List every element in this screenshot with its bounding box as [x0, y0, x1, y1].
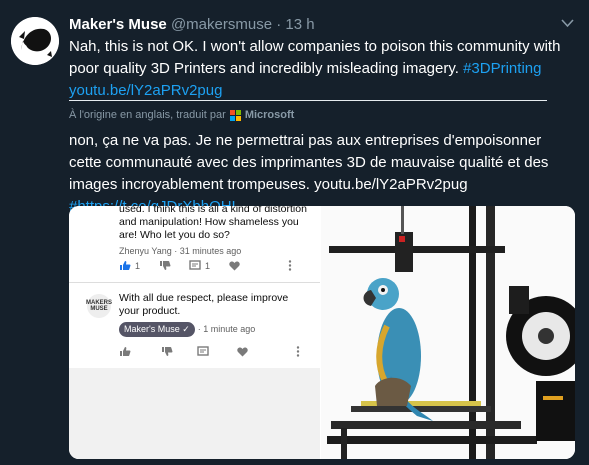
makers-muse-logo: MAKERS MUSE — [86, 294, 112, 318]
reply-icon — [189, 260, 201, 270]
comment-2-text: With all due respect, please improve you… — [119, 292, 289, 317]
translation-note: À l'origine en anglais, traduit par Micr… — [69, 109, 294, 121]
tweet-header: Maker's Muse @makersmuse · 13 h — [69, 16, 315, 33]
media-image[interactable]: used. I think this is all a kind of dist… — [69, 206, 575, 459]
microsoft-logo — [229, 109, 241, 121]
thumb-down-icon — [162, 347, 173, 356]
comment-2-author-chip: Maker's Muse ✓ — [119, 322, 195, 337]
translation-label: À l'origine en anglais, traduit par — [69, 109, 226, 121]
youtube-link[interactable]: youtu.be/lY2aPRv2pug — [69, 82, 222, 99]
comment-2-actions — [119, 346, 300, 357]
more-vert-icon — [296, 346, 300, 357]
user-handle[interactable]: @makersmuse — [171, 16, 272, 33]
thumb-up-icon — [120, 261, 131, 270]
translated-body: non, ça ne va pas. Je ne permettrai pas … — [69, 132, 549, 193]
youtube-comments-screenshot: used. I think this is all a kind of dist… — [69, 206, 320, 459]
comment-1-reply-count: 1 — [205, 260, 211, 271]
display-name[interactable]: Maker's Muse — [69, 16, 167, 33]
printer-photo — [321, 206, 575, 459]
comment-1-text: used. I think this is all a kind of dist… — [119, 206, 307, 241]
tweet-time[interactable]: 13 h — [285, 16, 314, 33]
comment-1: used. I think this is all a kind of dist… — [119, 206, 319, 258]
chevron-down-icon[interactable] — [561, 19, 574, 28]
thumb-up-icon — [120, 347, 131, 356]
comment-2-meta: Maker's Muse ✓ · 1 minute ago — [119, 322, 309, 337]
comment-2-time: · 1 minute ago — [197, 324, 256, 334]
more-vert-icon — [288, 260, 292, 271]
translator-name: Microsoft — [244, 109, 295, 121]
comment-1-actions: 1 1 — [119, 260, 292, 271]
thumb-down-icon — [160, 261, 171, 270]
avatar[interactable] — [11, 17, 59, 65]
comment-separator — [69, 282, 320, 283]
heart-icon — [237, 347, 248, 356]
comment-1-author: Zhenyu Yang · 31 minutes ago — [119, 246, 242, 256]
heart-icon — [229, 261, 240, 270]
comment-2: With all due respect, please improve you… — [119, 292, 309, 337]
divider — [69, 100, 547, 101]
printer-parrot-illustration — [321, 206, 575, 459]
translated-text: non, ça ne va pas. Je ne permettrai pas … — [69, 130, 569, 218]
reply-icon — [197, 346, 209, 356]
separator: · — [276, 16, 282, 33]
tweet-text: Nah, this is not OK. I won't allow compa… — [69, 36, 569, 102]
hashtag-link[interactable]: #3DPrinting — [463, 60, 541, 77]
comment-1-like-count: 1 — [135, 260, 141, 271]
comments-blank-area — [69, 368, 320, 459]
